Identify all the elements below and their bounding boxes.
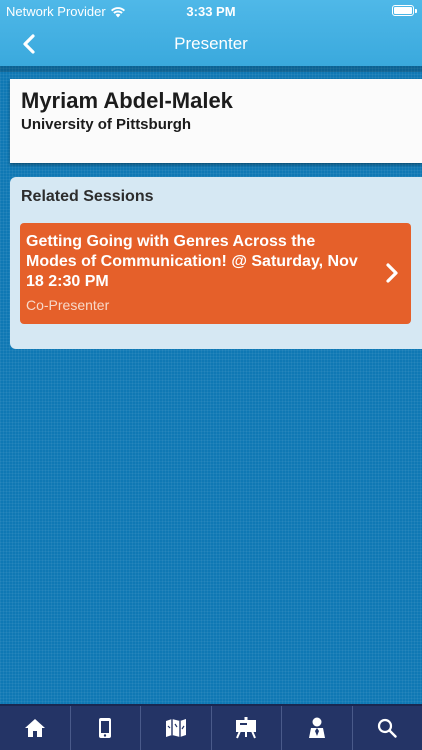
- presenter-screen: Network Provider 3:33 PM Presenter Myria…: [0, 0, 422, 750]
- session-title: Getting Going with Genres Across the Mod…: [26, 233, 358, 290]
- tab-home[interactable]: [0, 706, 70, 750]
- header-shadow: [0, 66, 422, 72]
- presenter-card: Myriam Abdel-Malek University of Pittsbu…: [10, 79, 422, 163]
- nav-bar: Presenter: [0, 22, 422, 66]
- status-bar: Network Provider 3:33 PM: [0, 0, 422, 22]
- related-sessions-heading: Related Sessions: [21, 188, 154, 205]
- top-header: Network Provider 3:33 PM Presenter: [0, 0, 422, 66]
- tab-map[interactable]: [140, 706, 211, 750]
- presenter-name: Myriam Abdel-Malek: [21, 88, 233, 113]
- status-time: 3:33 PM: [186, 4, 236, 19]
- map-icon: [165, 719, 186, 737]
- person-icon: [308, 717, 325, 738]
- battery-tip: [415, 8, 417, 13]
- battery-icon: [392, 5, 417, 16]
- session-role: Co-Presenter: [26, 297, 110, 313]
- page-title: Presenter: [174, 34, 248, 53]
- search-icon: [378, 718, 397, 738]
- tab-presentations[interactable]: [210, 706, 282, 750]
- battery-level: [394, 7, 412, 14]
- tab-bar: [0, 704, 422, 750]
- chevron-right-icon: [386, 263, 398, 283]
- home-icon: [24, 719, 45, 737]
- session-item[interactable]: Getting Going with Genres Across the Mod…: [20, 223, 411, 324]
- tab-mobile[interactable]: [69, 706, 141, 750]
- tab-people[interactable]: [281, 706, 352, 750]
- mobile-phone-icon: [99, 718, 112, 738]
- presenter-organization: University of Pittsburgh: [21, 116, 192, 133]
- tab-search[interactable]: [351, 706, 422, 750]
- related-sessions-panel: Related Sessions Getting Going with Genr…: [10, 177, 422, 349]
- presentation-board-icon: [236, 717, 257, 739]
